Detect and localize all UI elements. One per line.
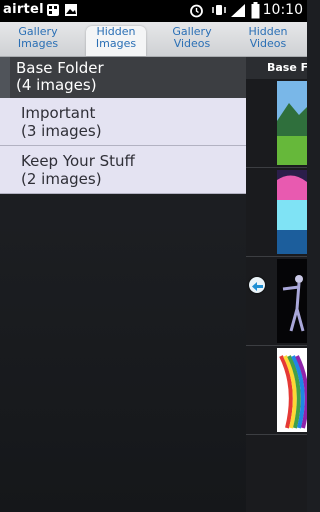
folder-item-important[interactable]: Important (3 images) [0,98,246,146]
tab-bar: Gallery Images Hidden Images Gallery Vid… [0,22,307,57]
folder-drawer: Base Folder (4 images) Important (3 imag… [0,57,246,512]
vibrate-icon [211,3,227,21]
folder-item-keep-your-stuff[interactable]: Keep Your Stuff (2 images) [0,146,246,194]
waterfall-thumbnail [277,170,307,254]
header-accent [0,57,10,98]
signal-icon [230,3,246,22]
tab-hidden-videos[interactable]: Hidden Videos [238,26,298,56]
folder-count: (4 images) [16,76,97,94]
tab-label: Gallery Videos [172,25,212,50]
drawer-handle[interactable] [249,277,265,293]
content-header: Base Folder [246,57,307,79]
image-icon [64,3,78,21]
battery-icon [251,2,260,23]
tab-label: Hidden Videos [248,25,288,50]
tab-hidden-images[interactable]: Hidden Images [86,26,146,56]
arrow-left-icon [251,276,263,295]
folder-count: (3 images) [21,122,102,140]
rainbow-thumbnail [277,348,307,432]
clock: 10:10 [262,2,303,18]
carrier-name: airtel [3,2,44,17]
tab-label: Gallery Images [17,25,59,50]
tab-gallery-images[interactable]: Gallery Images [8,26,68,56]
folder-name: Important [21,104,96,122]
base-folder-header[interactable]: Base Folder (4 images) [0,57,246,98]
thumbnail-row[interactable] [246,79,307,168]
thumbnail-row[interactable] [246,168,307,257]
folder-count: (2 images) [21,170,102,188]
tab-label: Hidden Images [95,25,137,50]
folder-name: Base Folder [16,59,104,77]
alarm-icon [189,3,204,22]
folder-name: Keep Your Stuff [21,152,135,170]
figure-thumbnail [277,259,307,343]
content-panel: Base Folder [246,57,307,512]
tab-gallery-videos[interactable]: Gallery Videos [162,26,222,56]
landscape-thumbnail [277,81,307,165]
bbm-icon [46,3,60,21]
status-bar: airtel 10:10 [0,0,307,22]
thumbnail-row[interactable] [246,346,307,435]
thumbnail-row[interactable] [246,257,307,346]
